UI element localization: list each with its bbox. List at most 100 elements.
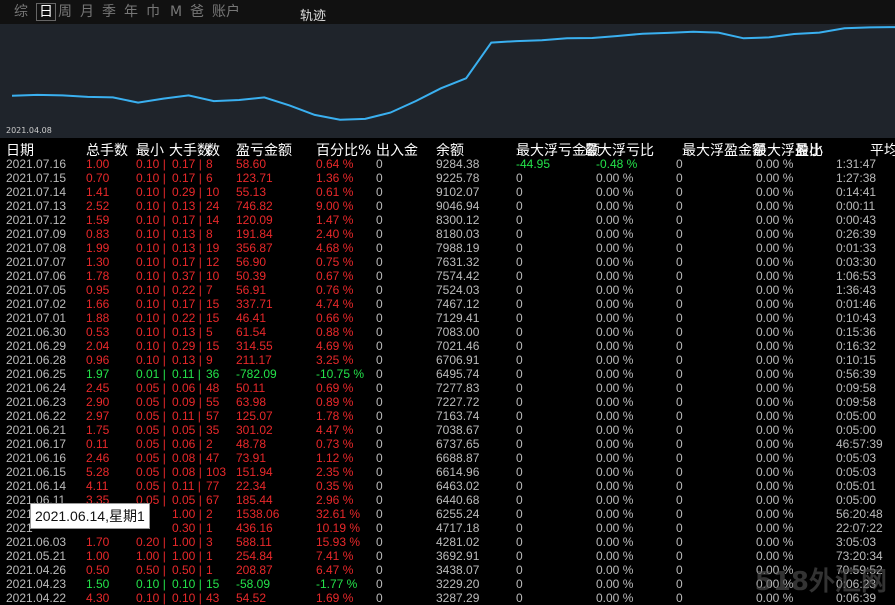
table-row[interactable]: 2021.06.29 2.04 0.10 | 0.29 | 15 314.55 4.69 %… — [0, 339, 895, 353]
cell-max: 0.08 | — [172, 451, 202, 465]
column-header[interactable]: 盈亏金额 — [236, 140, 292, 159]
cell-lots: 0.53 — [86, 325, 110, 339]
table-row[interactable]: 2021.06.25 1.97 0.01 | 0.11 | 36 -782.09 -10.7… — [0, 367, 895, 381]
table-row[interactable]: 2021.07.02 1.66 0.10 | 0.17 | 15 337.71 4.74 %… — [0, 297, 895, 311]
table-row[interactable]: 2021.06.28 0.96 0.10 | 0.13 | 9 211.17 3.25 % 0… — [0, 353, 895, 367]
table-row[interactable]: 2021.06.23 2.90 0.05 | 0.09 | 55 63.98 0.89 % 0… — [0, 395, 895, 409]
table-row[interactable]: 2021.07.15 0.70 0.10 | 0.17 | 6 123.71 1.36 % 0… — [0, 171, 895, 185]
cell-io: 0 — [376, 339, 383, 353]
cell-io: 0 — [376, 283, 383, 297]
cell-bal: 7083.00 — [436, 325, 480, 339]
cell-min: 0.05 | — [136, 451, 166, 465]
table-row[interactable]: 2021.07.06 1.78 0.10 | 0.37 | 10 50.39 0.67 % 0… — [0, 269, 895, 283]
cell-date: 2021.07.16 — [6, 157, 67, 171]
cell-max: 0.13 | — [172, 325, 202, 339]
table-row[interactable]: 2021.07.13 2.52 0.10 | 0.13 | 24 746.82 9.00 %… — [0, 199, 895, 213]
cell-mfp: 0 — [676, 409, 683, 423]
tab-4[interactable]: 季 — [102, 4, 116, 20]
table-row[interactable]: 2021.07.12 1.59 0.10 | 0.17 | 14 120.09 1.47 %… — [0, 213, 895, 227]
column-header[interactable]: 最大浮亏比 — [584, 140, 654, 159]
cell-n: 77 — [206, 479, 220, 493]
tab-6[interactable]: 巾 — [146, 4, 160, 20]
table-row[interactable]: 2021.07.05 0.95 0.10 | 0.22 | 7 56.91 0.76 % 0 7… — [0, 283, 895, 297]
cell-min: 0.10 | — [136, 269, 166, 283]
column-header[interactable]: 出入金 — [376, 140, 418, 159]
cell-t: 0:10:15 — [836, 353, 877, 367]
cell-io: 0 — [376, 171, 383, 185]
cell-bal: 7277.83 — [436, 381, 480, 395]
cell-io: 0 — [376, 395, 383, 409]
table-row[interactable]: 2021.06.22 2.97 0.05 | 0.11 | 57 125.07 1.78 %… — [0, 409, 895, 423]
table-row[interactable]: 2021.07.16 1.00 0.10 | 0.17 | 8 58.60 0.64 % 0 9… — [0, 157, 895, 171]
tab-8[interactable]: 爸 — [190, 4, 204, 20]
cell-lots: 0.95 — [86, 283, 110, 297]
column-header[interactable]: 日期 — [6, 140, 34, 159]
cell-min: 0.10 | — [136, 297, 166, 311]
column-header[interactable]: 百分比% — [316, 140, 371, 159]
cell-date: 2021.06.17 — [6, 437, 67, 451]
table-row[interactable]: 2021.06.15 5.28 0.05 | 0.08 | 103 151.94 2.35 … — [0, 465, 895, 479]
column-header[interactable]: 大手数 — [169, 140, 211, 159]
table-row[interactable]: 2021.07.07 1.30 0.10 | 0.17 | 12 56.90 0.75 % 0… — [0, 255, 895, 269]
tab-5[interactable]: 年 — [124, 4, 138, 20]
cell-lots: 2.46 — [86, 451, 110, 465]
cell-date: 2021.06.22 — [6, 409, 67, 423]
cell-mfp: 0 — [676, 507, 683, 521]
cell-max: 0.17 | — [172, 171, 202, 185]
cell-mfp: 0 — [676, 493, 683, 507]
cell-n: 1 — [206, 563, 213, 577]
cell-date: 2021.07.09 — [6, 227, 67, 241]
column-header[interactable]: 数 — [206, 140, 220, 159]
tab-1[interactable]: 日 — [36, 3, 56, 21]
tab-9[interactable]: 账户 — [212, 4, 240, 20]
table-row[interactable]: 2021.07.09 0.83 0.10 | 0.13 | 8 191.84 2.40 % 0… — [0, 227, 895, 241]
cell-min: 0.10 | — [136, 255, 166, 269]
cell-date: 2021.06.29 — [6, 339, 67, 353]
cell-mfl: 0 — [516, 423, 523, 437]
cell-bal: 4717.18 — [436, 521, 480, 535]
cell-t: 0:05:00 — [836, 423, 877, 437]
table-row[interactable]: 2021.06.30 0.53 0.10 | 0.13 | 5 61.54 0.88 % 0 7… — [0, 325, 895, 339]
tab-7[interactable]: M — [170, 4, 182, 20]
column-header[interactable]: 平均 — [870, 140, 895, 159]
cell-mfpp: 0.00 % — [756, 423, 794, 437]
cell-bal: 6440.68 — [436, 493, 480, 507]
tab-3[interactable]: 月 — [80, 4, 94, 20]
cell-mfl: 0 — [516, 227, 523, 241]
column-header[interactable]: 总手数 — [86, 140, 128, 159]
column-header[interactable]: 最小 — [136, 140, 164, 159]
cell-mfp: 0 — [676, 577, 683, 591]
cell-io: 0 — [376, 563, 383, 577]
cell-n: 12 — [206, 255, 220, 269]
table-row[interactable]: 2021.06.17 0.11 0.05 | 0.06 | 2 48.78 0.73 % 0 6… — [0, 437, 895, 451]
table-row[interactable]: 2021.06.03 1.70 0.20 | 1.00 | 3 588.11 15.93 %… — [0, 535, 895, 549]
column-header[interactable]: 最小 — [795, 140, 823, 159]
cell-max: 0.10 | — [172, 577, 202, 591]
cell-pct: 1.47 % — [316, 213, 354, 227]
cell-max: 0.11 | — [172, 479, 201, 493]
table-row[interactable]: 2021.06.14 4.11 0.05 | 0.11 | 77 22.34 0.35 % 0… — [0, 479, 895, 493]
tab-2[interactable]: 周 — [58, 4, 72, 20]
cell-pct: 4.68 % — [316, 241, 354, 255]
table-row[interactable]: 2021.07.14 1.41 0.10 | 0.29 | 10 55.13 0.61 % 0… — [0, 185, 895, 199]
table-row[interactable]: 2021.06.24 2.45 0.05 | 0.06 | 48 50.11 0.69 % 0… — [0, 381, 895, 395]
cell-pct: 1.36 % — [316, 171, 354, 185]
cell-bal: 3438.07 — [436, 563, 480, 577]
cell-mfpp: 0.00 % — [756, 283, 794, 297]
table-row[interactable]: 2021.07.01 1.88 0.10 | 0.22 | 15 46.41 0.66 % 0… — [0, 311, 895, 325]
cell-pl: 254.84 — [236, 549, 273, 563]
column-header[interactable]: 余额 — [436, 140, 464, 159]
cell-pl: 120.09 — [236, 213, 273, 227]
tab-0[interactable]: 综 — [14, 4, 28, 20]
table-row[interactable]: 2021.06.16 2.46 0.05 | 0.08 | 47 73.91 1.12 % 0… — [0, 451, 895, 465]
cell-mfp: 0 — [676, 185, 683, 199]
cell-pct: 0.73 % — [316, 437, 354, 451]
cell-lots: 1.88 — [86, 311, 110, 325]
table-row[interactable]: 2021.07.08 1.99 0.10 | 0.13 | 19 356.87 4.68 %… — [0, 241, 895, 255]
cell-lots: 1.00 — [86, 157, 110, 171]
cell-n: 19 — [206, 241, 220, 255]
cell-t: 0:15:36 — [836, 325, 877, 339]
table-row[interactable]: 2021.06.21 1.75 0.05 | 0.05 | 35 301.02 4.47 %… — [0, 423, 895, 437]
cell-t: 0:05:00 — [836, 493, 877, 507]
cell-n: 57 — [206, 409, 220, 423]
